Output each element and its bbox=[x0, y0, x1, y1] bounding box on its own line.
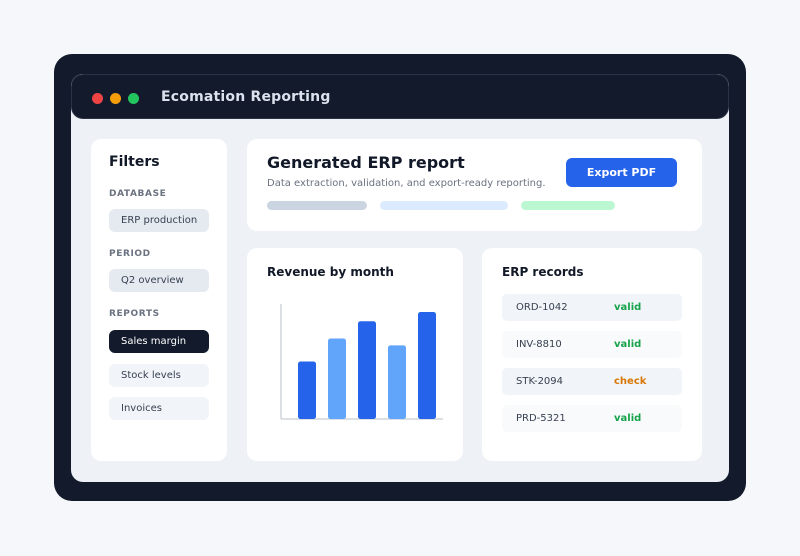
report-title: Generated ERP report bbox=[267, 153, 465, 172]
filter-erp-production[interactable]: ERP production bbox=[109, 209, 209, 232]
record-status: check bbox=[614, 376, 647, 387]
report-invoices[interactable]: Invoices bbox=[109, 397, 209, 420]
section-label-period: PERIOD bbox=[109, 249, 151, 259]
report-sales-margin[interactable]: Sales margin bbox=[109, 330, 209, 353]
app-window: Ecomation Reporting Filters DATABASE ERP… bbox=[71, 74, 729, 482]
chart-bar bbox=[358, 321, 376, 419]
chart-bar bbox=[388, 345, 406, 419]
chart-bar bbox=[418, 312, 436, 419]
section-label-reports: REPORTS bbox=[109, 309, 160, 319]
section-label-database: DATABASE bbox=[109, 189, 167, 199]
record-status: valid bbox=[614, 339, 642, 350]
revenue-bar-chart bbox=[280, 304, 443, 420]
progress-placeholder-green bbox=[521, 201, 615, 210]
app-title: Ecomation Reporting bbox=[161, 89, 331, 105]
record-id: STK-2094 bbox=[516, 376, 564, 387]
revenue-chart-card: Revenue by month bbox=[247, 248, 463, 461]
record-row[interactable]: ORD-1042 valid bbox=[502, 294, 682, 321]
progress-placeholder-blue bbox=[380, 201, 508, 210]
record-id: ORD-1042 bbox=[516, 302, 568, 313]
record-row[interactable]: PRD-5321 valid bbox=[502, 405, 682, 432]
progress-placeholder-gray bbox=[267, 201, 367, 210]
chart-bar bbox=[298, 361, 316, 419]
record-status: valid bbox=[614, 302, 642, 313]
filters-panel: Filters DATABASE ERP production PERIOD Q… bbox=[91, 139, 227, 461]
filters-title: Filters bbox=[109, 154, 160, 170]
report-summary-card: Generated ERP report Data extraction, va… bbox=[247, 139, 702, 231]
export-pdf-button[interactable]: Export PDF bbox=[566, 158, 677, 187]
record-status: valid bbox=[614, 413, 642, 424]
minimize-window-button[interactable] bbox=[110, 93, 121, 104]
chart-bar bbox=[328, 338, 346, 419]
record-row[interactable]: INV-8810 valid bbox=[502, 331, 682, 358]
erp-records-card: ERP records ORD-1042 valid INV-8810 vali… bbox=[482, 248, 702, 461]
title-bar: Ecomation Reporting bbox=[71, 74, 729, 119]
record-id: PRD-5321 bbox=[516, 413, 566, 424]
close-window-button[interactable] bbox=[92, 93, 103, 104]
record-row[interactable]: STK-2094 check bbox=[502, 368, 682, 395]
records-title: ERP records bbox=[502, 265, 584, 279]
maximize-window-button[interactable] bbox=[128, 93, 139, 104]
report-stock-levels[interactable]: Stock levels bbox=[109, 364, 209, 387]
report-subtitle: Data extraction, validation, and export-… bbox=[267, 178, 546, 189]
record-id: INV-8810 bbox=[516, 339, 562, 350]
filter-q2-overview[interactable]: Q2 overview bbox=[109, 269, 209, 292]
